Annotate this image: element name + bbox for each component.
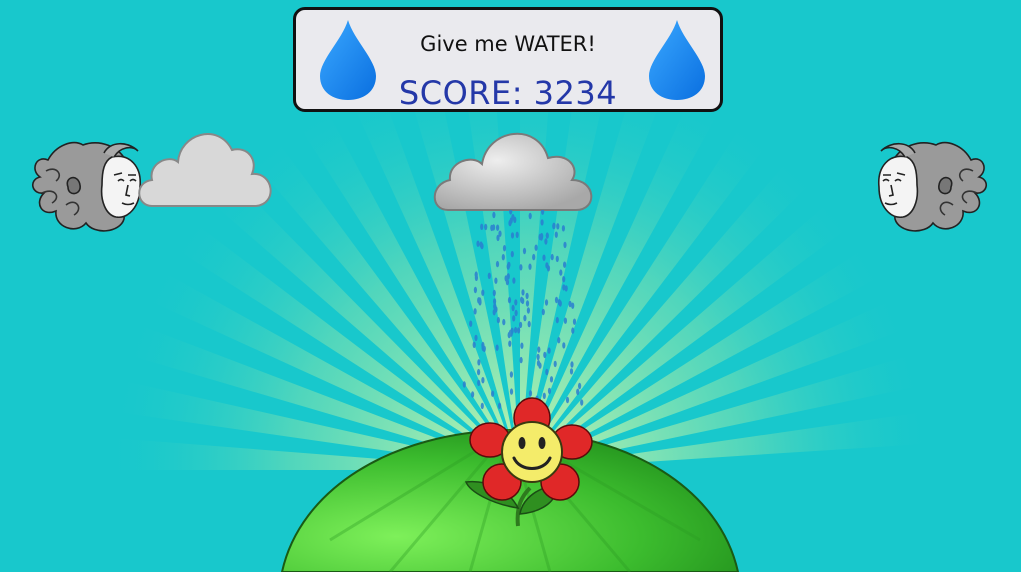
water-drop-icon: [649, 20, 705, 100]
score-panel: Give me WATER! SCORE: 3234: [293, 7, 723, 112]
wind-god-face-icon: [32, 141, 141, 232]
rain-cloud-icon: [433, 133, 593, 211]
cloud-icon: [138, 133, 272, 207]
game-stage: Give me WATER! SCORE: 3234: [0, 0, 1021, 572]
wind-god-face-icon: [878, 141, 987, 232]
rain-drops: [462, 210, 584, 413]
smiley-flower-icon: [464, 397, 593, 527]
